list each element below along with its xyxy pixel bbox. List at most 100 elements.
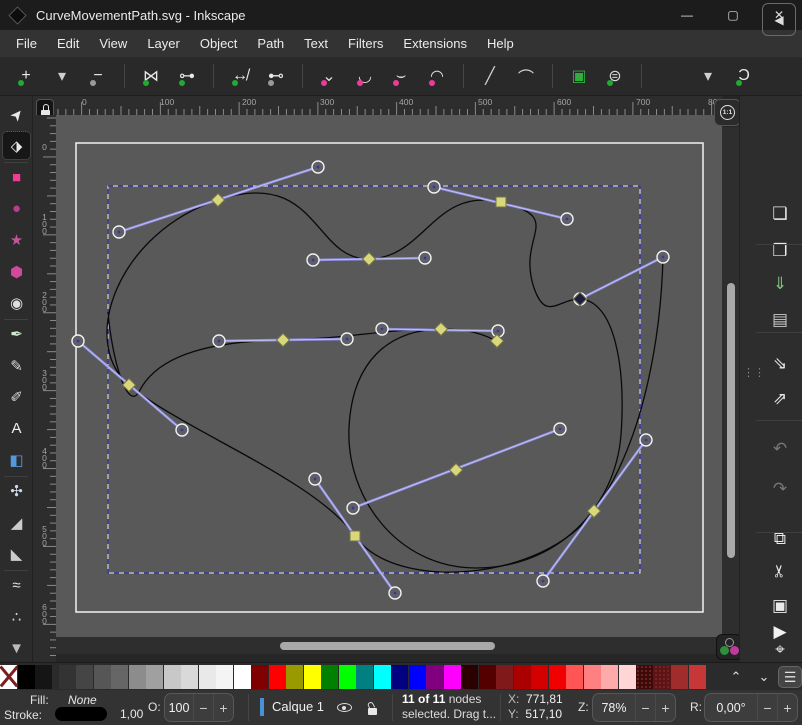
horizontal-scrollbar[interactable] xyxy=(56,637,722,654)
menu-text[interactable]: Text xyxy=(294,32,338,55)
rotation-minus-button[interactable]: − xyxy=(757,694,777,721)
zoom-value[interactable]: 78% xyxy=(593,701,635,715)
dropper-tool[interactable]: ◢ xyxy=(3,509,30,536)
palette-scroll-down[interactable]: ⌄ xyxy=(752,666,776,688)
export-button[interactable]: ⇗ xyxy=(760,385,800,413)
new-document-button[interactable]: ❏ xyxy=(760,200,800,228)
menu-extensions[interactable]: Extensions xyxy=(393,32,477,55)
color-swatch[interactable] xyxy=(391,665,408,689)
color-swatch[interactable] xyxy=(234,665,251,689)
color-swatch[interactable] xyxy=(356,665,373,689)
menu-help[interactable]: Help xyxy=(477,32,524,55)
canvas[interactable] xyxy=(56,115,722,637)
menu-filters[interactable]: Filters xyxy=(338,32,393,55)
layer-name[interactable]: Calque 1 xyxy=(272,699,324,714)
copy-button[interactable]: ⧉ xyxy=(760,525,800,553)
color-swatch[interactable] xyxy=(479,665,496,689)
node-symmetric-button[interactable]: ⌣ xyxy=(386,61,416,91)
color-swatch[interactable] xyxy=(531,665,548,689)
expand-panel-button[interactable]: ▶ xyxy=(760,618,800,646)
vertical-scrollbar-thumb[interactable] xyxy=(727,283,735,558)
x-dropdown-button[interactable]: ▾ xyxy=(693,61,723,91)
color-swatch[interactable] xyxy=(444,665,461,689)
zoom-plus-button[interactable]: + xyxy=(655,694,675,721)
zoom-minus-button[interactable]: − xyxy=(635,694,655,721)
stroke-width-value[interactable]: 1,00 xyxy=(120,707,143,721)
insert-node-button[interactable]: + xyxy=(11,61,41,91)
stroke-to-path-button[interactable]: ⊜ xyxy=(600,61,630,91)
join-nodes-button[interactable]: ⋈ xyxy=(136,61,166,91)
color-swatch[interactable] xyxy=(304,665,321,689)
color-swatch[interactable] xyxy=(654,665,671,689)
star-tool[interactable]: ★ xyxy=(3,227,30,254)
stroke-color-swatch[interactable] xyxy=(55,707,107,721)
opacity-minus-button[interactable]: − xyxy=(193,694,213,721)
rotation-spinner[interactable]: 0,00° − + xyxy=(704,693,798,722)
horizontal-scrollbar-thumb[interactable] xyxy=(280,642,495,650)
color-swatch[interactable] xyxy=(426,665,443,689)
menu-layer[interactable]: Layer xyxy=(137,32,190,55)
selector-tool[interactable]: ➤ xyxy=(0,95,36,133)
opacity-plus-button[interactable]: + xyxy=(213,694,233,721)
pen-tool[interactable]: ✒ xyxy=(3,321,30,348)
rectangle-tool[interactable]: ■ xyxy=(3,164,30,191)
color-swatch[interactable] xyxy=(94,665,111,689)
maximize-button[interactable]: ▢ xyxy=(710,0,756,30)
vertical-ruler[interactable]: 0100200300400500600 xyxy=(33,115,56,662)
zoom-spinner[interactable]: 78% − + xyxy=(592,693,676,722)
node-auto-button[interactable]: ◠ xyxy=(422,61,452,91)
color-swatch[interactable] xyxy=(164,665,181,689)
palette-scroll-up[interactable]: ⌃ xyxy=(724,666,748,688)
color-swatch[interactable] xyxy=(59,665,76,689)
layer-lock-icon[interactable] xyxy=(364,698,382,718)
menu-object[interactable]: Object xyxy=(190,32,248,55)
color-swatch[interactable] xyxy=(286,665,303,689)
object-to-path-button[interactable]: ▣ xyxy=(564,61,594,91)
ellipse-tool[interactable]: ● xyxy=(3,195,30,222)
fill-value[interactable]: None xyxy=(68,693,97,707)
color-swatch[interactable] xyxy=(636,665,653,689)
import-button[interactable]: ⇘ xyxy=(760,350,800,378)
spiral-tool[interactable]: ◉ xyxy=(3,289,30,316)
insert-node-dropdown-button[interactable]: ▾ xyxy=(47,61,77,91)
spray-tool[interactable]: ∴ xyxy=(3,603,30,630)
node-smooth-button[interactable]: ◡ xyxy=(350,61,380,91)
bucket-tool[interactable]: ◣ xyxy=(3,541,30,568)
node-tool[interactable]: ⬗ xyxy=(3,132,30,159)
color-swatch[interactable] xyxy=(251,665,268,689)
drawing-svg[interactable] xyxy=(56,115,722,637)
menu-file[interactable]: File xyxy=(6,32,47,55)
box3d-tool[interactable]: ⬢ xyxy=(3,258,30,285)
open-document-button[interactable]: ❒ xyxy=(760,237,800,265)
layer-visibility-eye-icon[interactable] xyxy=(337,703,352,712)
undo-button[interactable]: ↶ xyxy=(760,435,800,463)
color-swatch[interactable] xyxy=(216,665,233,689)
color-swatch[interactable] xyxy=(76,665,93,689)
text-tool[interactable]: A xyxy=(3,415,30,442)
opacity-spinner[interactable]: 100 − + xyxy=(164,693,234,722)
color-swatch[interactable] xyxy=(339,665,356,689)
color-swatch[interactable] xyxy=(18,665,35,689)
path-node[interactable] xyxy=(350,531,360,541)
color-swatch[interactable] xyxy=(374,665,391,689)
more-tools[interactable]: ▼ xyxy=(3,635,30,662)
print-document-button[interactable]: ▤ xyxy=(760,306,800,334)
opacity-value[interactable]: 100 xyxy=(165,701,193,715)
dock-drag-handle[interactable]: ⋮⋮ xyxy=(743,366,765,379)
title-bar[interactable]: CurveMovementPath.svg - Inkscape — ▢ ✕ xyxy=(0,0,802,30)
color-swatch[interactable] xyxy=(321,665,338,689)
rotation-plus-button[interactable]: + xyxy=(777,694,797,721)
color-swatch[interactable] xyxy=(619,665,636,689)
color-swatch[interactable] xyxy=(584,665,601,689)
color-swatch[interactable] xyxy=(514,665,531,689)
color-swatch[interactable] xyxy=(199,665,216,689)
color-swatch[interactable] xyxy=(496,665,513,689)
swatch-none[interactable] xyxy=(0,665,17,689)
color-swatch[interactable] xyxy=(129,665,146,689)
color-swatch[interactable] xyxy=(549,665,566,689)
palette-menu-button[interactable]: ☰ xyxy=(778,666,802,688)
cut-button[interactable]: ✂ xyxy=(766,551,794,591)
minimize-button[interactable]: — xyxy=(664,0,710,30)
color-swatch[interactable] xyxy=(671,665,688,689)
color-swatch[interactable] xyxy=(601,665,618,689)
